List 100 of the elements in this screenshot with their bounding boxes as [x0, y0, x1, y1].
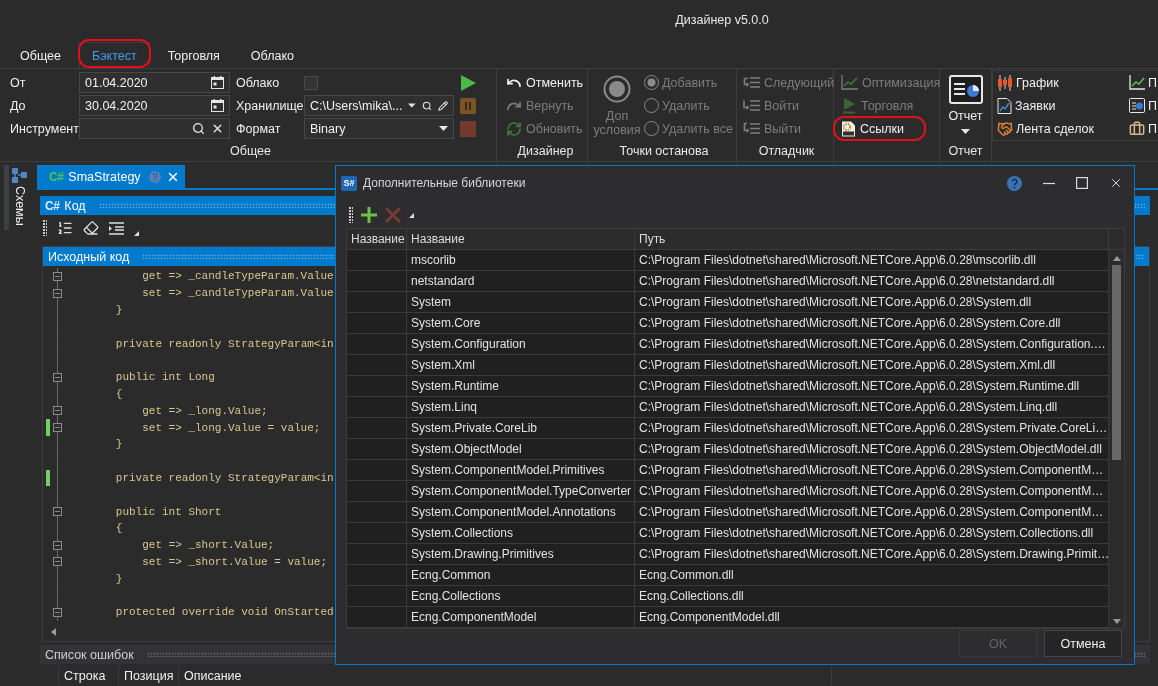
minus-square-icon[interactable]	[52, 607, 62, 617]
code-line: private readonly StrategyParam<in	[115, 471, 334, 484]
numbered-list-icon[interactable]	[57, 220, 73, 236]
sidebar-tab[interactable]: Схемы	[4, 165, 30, 230]
clear-icon[interactable]	[211, 122, 224, 135]
eraser-icon[interactable]	[83, 220, 99, 236]
calendar-icon[interactable]	[211, 76, 224, 89]
document-tab[interactable]: C# SmaStrategy	[37, 165, 185, 188]
checkbox[interactable]	[304, 75, 318, 90]
language-logo: C#	[49, 169, 64, 184]
table-cell: C:\Program Files\dotnet\shared\Microsoft.NETCore.App\6.0.28\netstandard.dll	[639, 274, 1055, 288]
gallery-item[interactable]: П	[1129, 94, 1157, 117]
minus-square-icon[interactable]	[52, 406, 62, 416]
column-header[interactable]: Позиция	[124, 668, 174, 683]
minus-square-icon[interactable]	[52, 507, 62, 517]
table-cell: System.Runtime	[411, 379, 500, 393]
document-gear-icon	[841, 120, 856, 137]
code-line: get => _short.Value;	[142, 539, 275, 552]
gallery-item[interactable]: П	[1129, 71, 1157, 94]
date-field[interactable]: 01.04.2020	[79, 72, 230, 93]
code-line: set => _short.Value = value;	[142, 555, 328, 568]
indent-icon[interactable]	[109, 221, 124, 235]
dialog-button[interactable]: Отмена	[1044, 630, 1122, 657]
group-label: Отладчик	[758, 143, 815, 160]
document-chart-icon	[997, 97, 1012, 114]
scrollbar-thumb[interactable]	[1112, 265, 1121, 460]
language-logo: C#	[45, 198, 60, 213]
calendar-icon[interactable]	[211, 99, 224, 112]
column-header[interactable]: Название	[411, 232, 465, 246]
storage-combo-box[interactable]: C:\Users\mika\...	[304, 95, 454, 116]
table-cell: Ecng.Common	[411, 568, 491, 582]
minus-square-icon[interactable]	[52, 540, 62, 550]
minus-square-icon[interactable]	[52, 423, 62, 433]
caret-icon[interactable]	[439, 126, 448, 131]
scroll-down-icon[interactable]	[1112, 619, 1121, 624]
table-cell: System.Xml	[411, 358, 475, 372]
code-line: public int Long	[115, 371, 215, 384]
field-label: Облако	[236, 75, 280, 90]
code-line: get => _long.Value;	[142, 404, 268, 417]
caret-icon[interactable]	[408, 103, 416, 108]
panel-title: Список ошибок	[45, 647, 134, 662]
search-icon[interactable]	[421, 99, 432, 112]
table-cell: C:\Program Files\dotnet\shared\Microsoft.NETCore.App\6.0.28\System.Linq.dll	[639, 400, 1058, 414]
line-chart-icon	[841, 75, 858, 90]
gallery-item[interactable]: П	[1129, 117, 1157, 140]
pencil-icon[interactable]	[437, 99, 448, 112]
search-icon[interactable]	[192, 122, 205, 135]
table-cell: C:\Program Files\dotnet\shared\Microsoft.NETCore.App\6.0.28\System.Runtime.dll	[639, 379, 1080, 393]
maximize-icon[interactable]	[1076, 177, 1088, 189]
minus-square-icon[interactable]	[52, 271, 62, 281]
overflow-triangle-icon[interactable]	[409, 212, 414, 218]
undo-button[interactable]: Отменить	[504, 72, 586, 93]
code-line: }	[115, 572, 123, 585]
code-line: public int Short	[115, 505, 222, 518]
ribbon-tab[interactable]: Торговля	[154, 42, 233, 68]
minus-square-icon[interactable]	[52, 288, 62, 298]
date-field[interactable]: 30.04.2020	[79, 95, 230, 116]
code-line: }	[115, 438, 123, 451]
code-line: get => _candleTypeParam.Value	[142, 270, 334, 283]
field-label: Хранилище	[236, 98, 304, 113]
help-icon[interactable]	[1007, 175, 1022, 191]
table-cell: System.Configuration	[411, 337, 526, 351]
table-cell: System.ComponentModel.TypeConverter	[411, 484, 632, 498]
plus-icon[interactable]	[361, 207, 377, 223]
help-icon	[149, 170, 161, 183]
table-cell: Ecng.Common.dll	[639, 568, 734, 582]
group-label: Точки останова	[619, 143, 709, 160]
gallery-item[interactable]: Заявки	[997, 94, 1056, 117]
column-header[interactable]: Описание	[184, 668, 242, 683]
table-cell: C:\Program Files\dotnet\shared\Microsoft.NETCore.App\6.0.28\System.ComponentM…	[639, 505, 1104, 519]
column-header[interactable]: Строка	[64, 668, 106, 683]
gallery-item[interactable]: Лента сделок	[997, 117, 1094, 140]
code-line: {	[115, 522, 123, 535]
gallery-item[interactable]: График	[997, 71, 1059, 94]
references-button[interactable]: Ссылки	[839, 118, 906, 139]
table-cell: mscorlib	[411, 253, 456, 267]
close-icon[interactable]	[1109, 176, 1123, 190]
code-line: private readonly StrategyParam<in	[115, 337, 334, 350]
column-header[interactable]: Путь	[639, 232, 666, 246]
table-cell: System	[411, 295, 451, 309]
report-button[interactable]: Отчет	[940, 72, 991, 142]
ribbon-tab[interactable]: Бэктест	[78, 42, 150, 68]
table-cell: Ecng.Collections.dll	[639, 589, 744, 603]
instrument-field[interactable]	[79, 118, 230, 139]
scroll-left-icon[interactable]	[51, 628, 56, 636]
minus-square-icon[interactable]	[52, 557, 62, 567]
ribbon-tab[interactable]: Общее	[7, 42, 74, 68]
field-label: Формат	[236, 121, 281, 136]
field-label: От	[10, 75, 26, 90]
table-cell: System.Collections	[411, 526, 514, 540]
panel-title: Код	[64, 198, 86, 213]
code-line: protected override void OnStarted	[115, 606, 334, 619]
ribbon-tab[interactable]: Облако	[237, 42, 307, 68]
column-header[interactable]: Название	[351, 232, 405, 246]
format-combo-box[interactable]: Binary	[304, 118, 454, 139]
table-cell: C:\Program Files\dotnet\shared\Microsoft.NETCore.App\6.0.28\System.Drawing.Primit…	[639, 547, 1110, 561]
play-icon[interactable]	[460, 75, 476, 91]
overflow-triangle-icon[interactable]	[134, 231, 139, 236]
scroll-up-icon[interactable]	[1112, 256, 1121, 261]
minus-square-icon[interactable]	[52, 372, 62, 382]
